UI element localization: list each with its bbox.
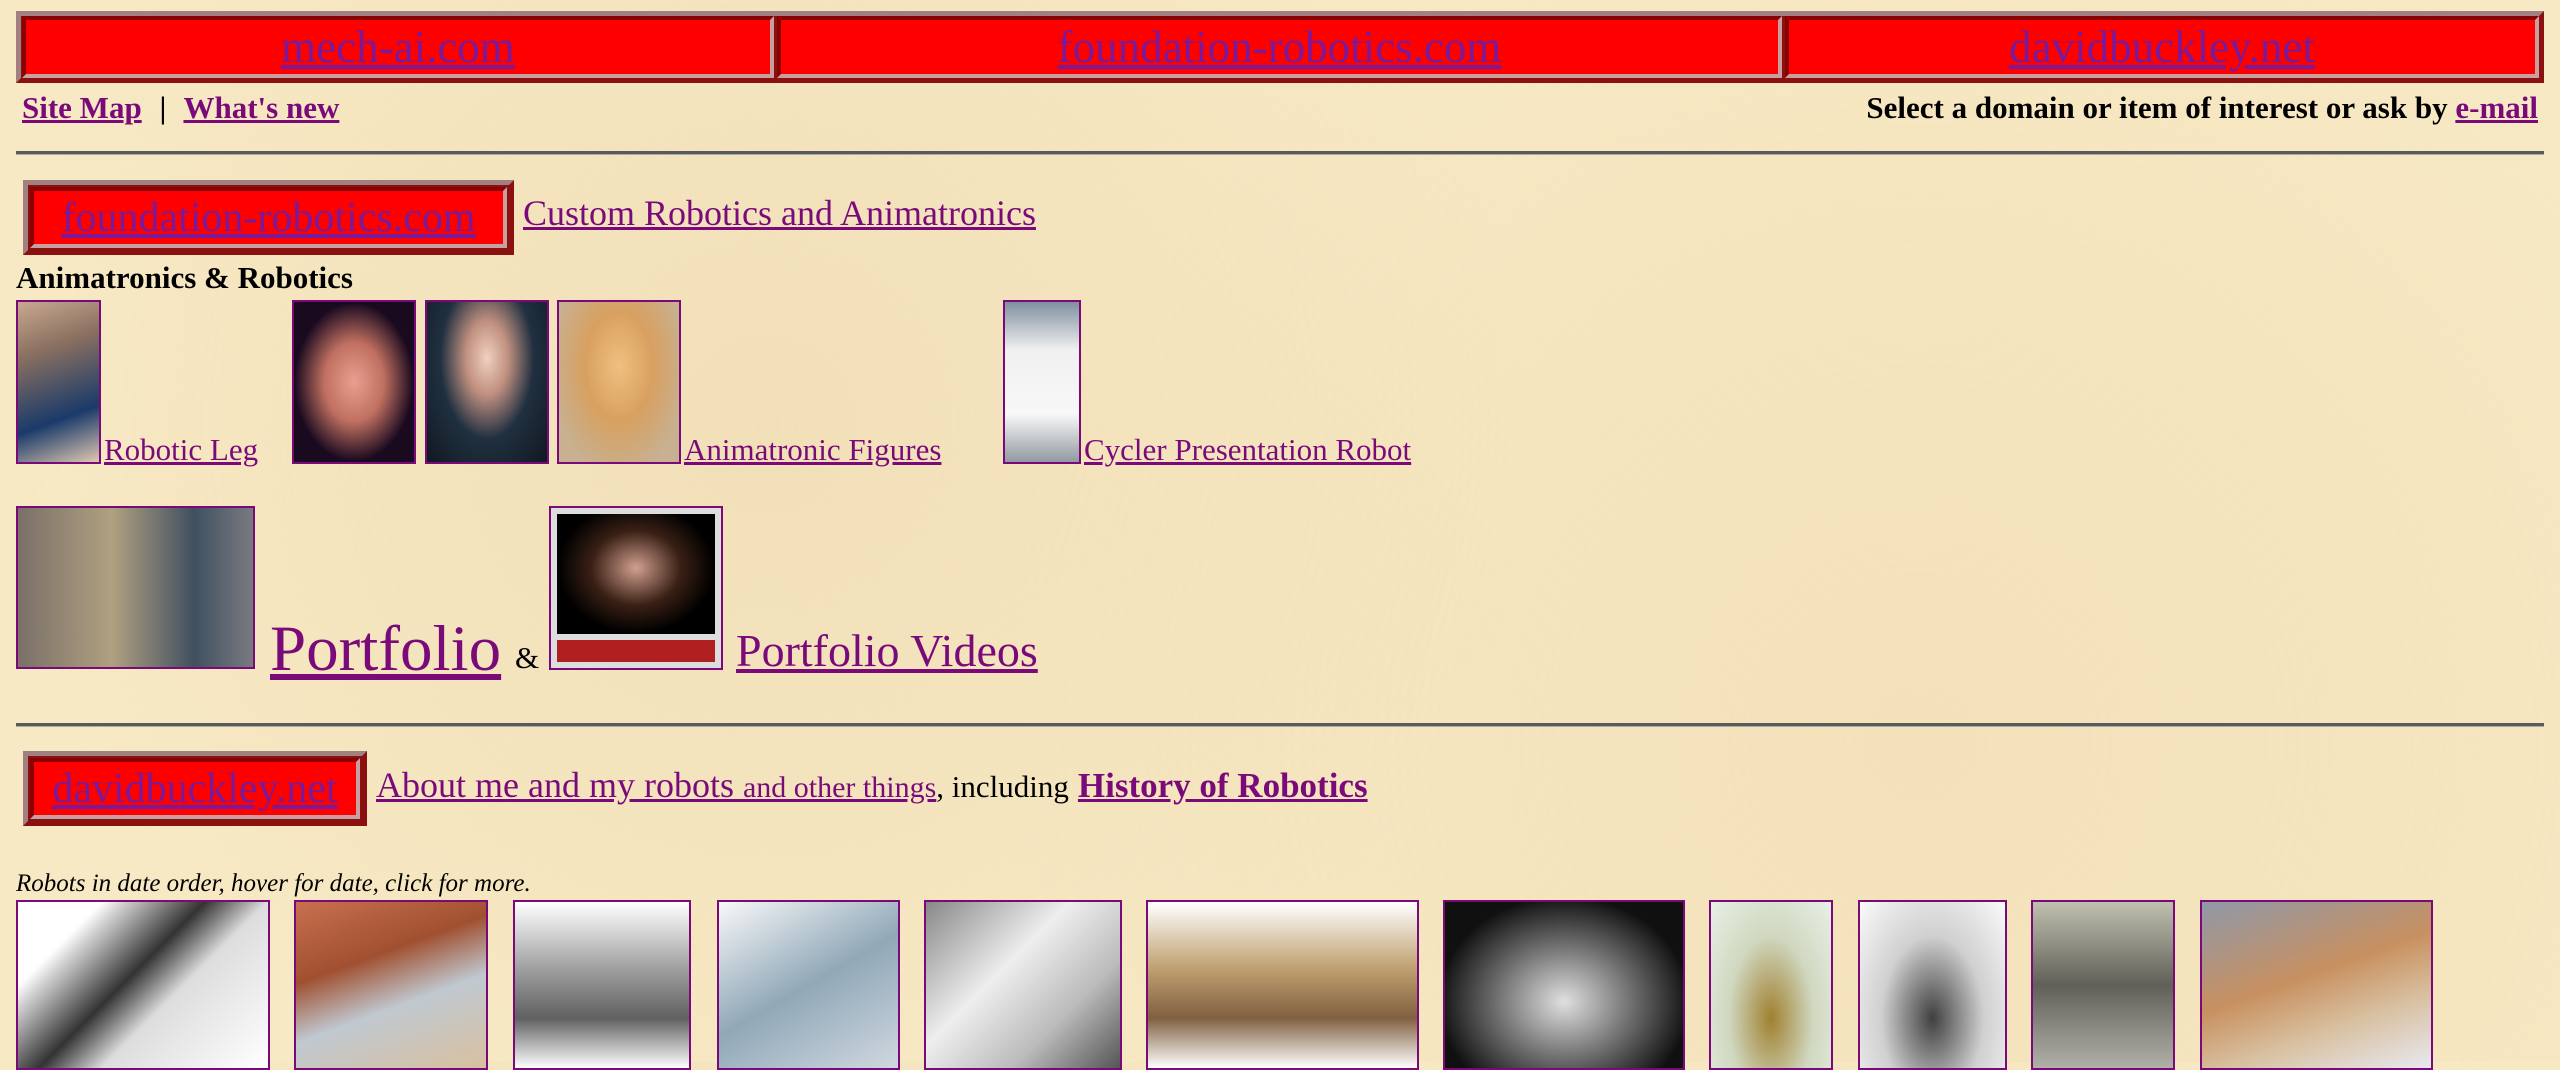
section-heading: Animatronics & Robotics	[16, 260, 353, 295]
video-frame	[557, 514, 715, 634]
robot-thumbnail[interactable]	[1146, 900, 1419, 1070]
robot-thumbnail[interactable]	[16, 900, 270, 1070]
robot-thumbnail[interactable]	[294, 900, 488, 1070]
cycler-robot-link[interactable]: Cycler Presentation Robot	[1084, 432, 1411, 468]
prompt-text: Select a domain or item of interest or a…	[1866, 90, 2448, 125]
nav-separator: |	[159, 90, 167, 125]
portfolio-videos-image[interactable]	[549, 506, 723, 670]
history-of-robotics-link[interactable]: History of Robotics	[1078, 766, 1368, 805]
contact-prompt: Select a domain or item of interest or a…	[1866, 90, 2538, 126]
robotic-leg-link[interactable]: Robotic Leg	[104, 432, 258, 468]
animatronic-figures-link[interactable]: Animatronic Figures	[684, 432, 941, 468]
foundation-domain-link[interactable]: foundation-robotics.com	[61, 194, 475, 242]
bald-figure-image[interactable]	[557, 300, 681, 464]
cycler-robot-image[interactable]	[1003, 300, 1081, 464]
nav-links: Site Map | What's new	[22, 90, 339, 126]
domain-cell-davidbuckley: davidbuckley.net	[1785, 16, 2539, 78]
site-map-link[interactable]: Site Map	[22, 90, 142, 125]
portfolio-videos-link[interactable]: Portfolio Videos	[736, 624, 1038, 677]
foundation-robotics-link[interactable]: foundation-robotics.com	[1058, 21, 1502, 73]
robot-thumbnail[interactable]	[2200, 900, 2433, 1070]
mech-ai-link[interactable]: mech-ai.com	[281, 21, 515, 73]
whats-new-link[interactable]: What's new	[183, 90, 339, 125]
domain-cell-foundation: foundation-robotics.com	[777, 16, 1782, 78]
foundation-cell: foundation-robotics.com	[30, 187, 507, 248]
including-text: , including	[936, 769, 1069, 804]
robot-thumbnail[interactable]	[924, 900, 1122, 1070]
davidbuckley-link[interactable]: davidbuckley.net	[2009, 21, 2315, 73]
davidbuckley-cell: davidbuckley.net	[30, 758, 360, 819]
custom-robotics-link[interactable]: Custom Robotics and Animatronics	[523, 192, 1036, 234]
about-small-text: and other things	[742, 771, 937, 804]
robot-thumbnail[interactable]	[1858, 900, 2007, 1070]
suited-figure-image[interactable]	[425, 300, 549, 464]
portfolio-image[interactable]	[16, 506, 255, 669]
robot-thumbnail[interactable]	[513, 900, 691, 1070]
divider	[16, 723, 2544, 727]
email-link[interactable]: e-mail	[2455, 90, 2538, 125]
ampersand: &	[515, 640, 540, 675]
robotic-leg-image[interactable]	[16, 300, 101, 464]
about-line: About me and my robots and other things,…	[376, 764, 1368, 806]
video-controls	[557, 640, 715, 662]
davidbuckley-domain-link[interactable]: davidbuckley.net	[52, 765, 337, 813]
portfolio-link[interactable]: Portfolio	[270, 612, 501, 687]
robot-thumbnail[interactable]	[1443, 900, 1685, 1070]
about-me-link[interactable]: About me and my robots and other things	[376, 765, 936, 805]
robot-thumbnail[interactable]	[717, 900, 900, 1070]
bearded-figure-image[interactable]	[292, 300, 416, 464]
robots-note: Robots in date order, hover for date, cl…	[16, 870, 531, 897]
domain-cell-mech-ai: mech-ai.com	[22, 16, 774, 78]
about-text: About me and my robots	[376, 765, 734, 805]
robot-thumbnail[interactable]	[1709, 900, 1833, 1070]
robot-thumbnail[interactable]	[2031, 900, 2175, 1070]
divider	[16, 151, 2544, 155]
